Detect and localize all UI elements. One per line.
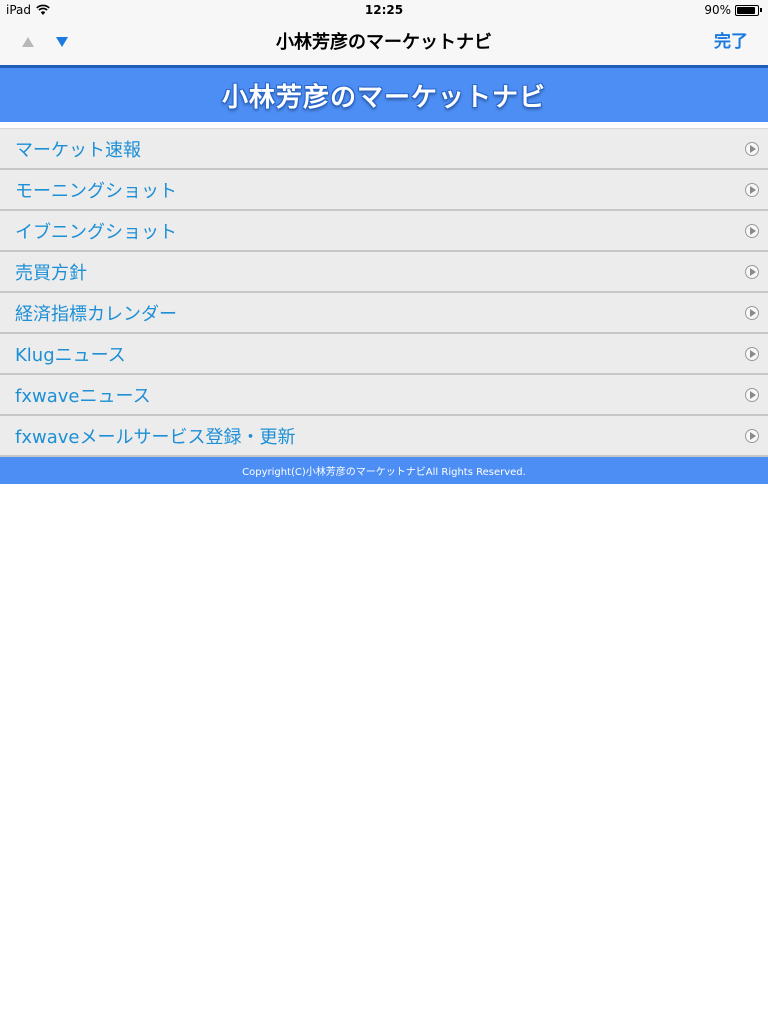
status-right: 90% — [704, 0, 762, 20]
menu-item-label: 売買方針 — [15, 262, 87, 284]
footer: Copyright(C)小林芳彦のマーケットナビAll Rights Reser… — [0, 457, 768, 484]
nav-bar: 小林芳彦のマーケットナビ 完了 — [0, 20, 768, 68]
menu-item-evening-shot[interactable]: イブニングショット — [0, 211, 768, 252]
chevron-right-icon — [745, 141, 759, 156]
done-button[interactable]: 完了 — [714, 20, 748, 65]
chevron-right-icon — [745, 264, 759, 279]
page-title: 小林芳彦のマーケットナビ — [276, 32, 492, 53]
menu-item-trading-policy[interactable]: 売買方針 — [0, 252, 768, 293]
menu-item-fxwave-mail-service[interactable]: fxwaveメールサービス登録・更新 — [0, 416, 768, 457]
menu-item-label: Klugニュース — [15, 344, 126, 366]
menu-item-label: fxwaveニュース — [15, 385, 151, 407]
banner-title: 小林芳彦のマーケットナビ — [221, 82, 546, 113]
status-bar: iPad 12:25 90% — [0, 0, 768, 20]
chevron-right-icon — [745, 346, 759, 361]
chevron-right-icon — [745, 428, 759, 443]
menu-item-label: 経済指標カレンダー — [15, 303, 177, 325]
menu-item-fxwave-news[interactable]: fxwaveニュース — [0, 375, 768, 416]
chevron-right-icon — [745, 223, 759, 238]
chevron-right-icon — [745, 305, 759, 320]
chevron-right-icon — [745, 387, 759, 402]
menu-item-morning-shot[interactable]: モーニングショット — [0, 170, 768, 211]
chevron-right-icon — [745, 182, 759, 197]
menu-list: マーケット速報 モーニングショット イブニングショット 売買方針 経済指標カレン… — [0, 128, 768, 457]
battery-fill — [737, 6, 755, 14]
menu-item-economic-calendar[interactable]: 経済指標カレンダー — [0, 293, 768, 334]
status-time: 12:25 — [364, 3, 404, 17]
copyright-text: Copyright(C)小林芳彦のマーケットナビAll Rights Reser… — [242, 467, 526, 478]
menu-item-klug-news[interactable]: Klugニュース — [0, 334, 768, 375]
menu-item-label: マーケット速報 — [15, 139, 141, 161]
menu-item-market-bulletin[interactable]: マーケット速報 — [0, 128, 768, 170]
menu-item-label: モーニングショット — [15, 180, 177, 202]
menu-item-label: fxwaveメールサービス登録・更新 — [15, 426, 296, 448]
battery-tip — [760, 8, 762, 12]
banner: 小林芳彦のマーケットナビ — [0, 68, 768, 122]
battery-percent: 90% — [704, 3, 731, 17]
menu-item-label: イブニングショット — [15, 221, 177, 243]
battery-icon — [735, 4, 759, 16]
